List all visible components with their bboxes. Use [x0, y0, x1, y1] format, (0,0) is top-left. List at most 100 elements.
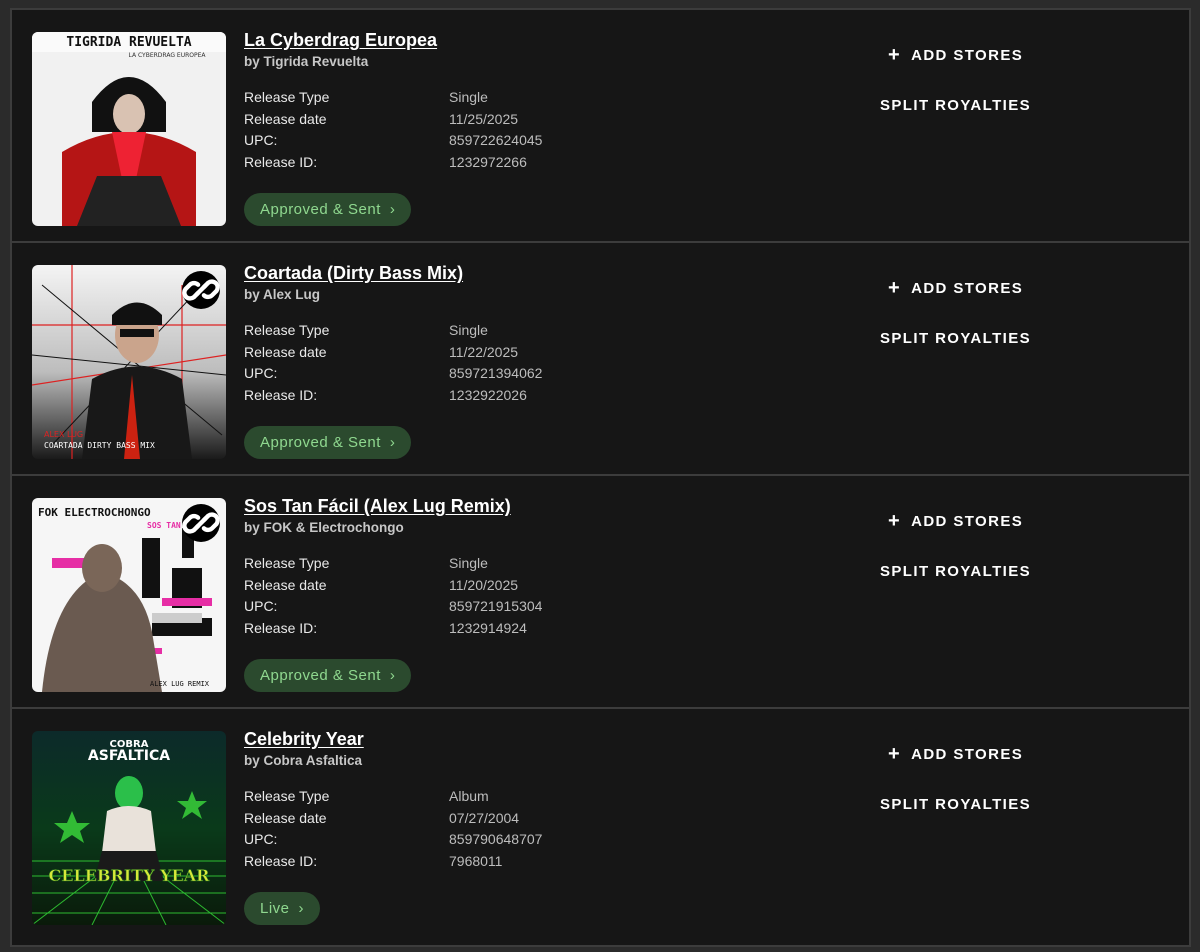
add-stores-button[interactable]: + ADD STORES — [888, 44, 1030, 66]
release-type-value: Album — [449, 788, 489, 804]
chevron-right-icon: › — [389, 434, 396, 451]
chevron-right-icon: › — [298, 900, 305, 917]
release-card: ALEX LUG COARTADA DIRTY BASS MIX Coartad… — [12, 243, 1189, 476]
upc-value: 859790648707 — [449, 831, 543, 847]
release-actions: + ADD STORES SPLIT ROYALTIES — [880, 510, 1030, 580]
add-stores-label: ADD STORES — [911, 46, 1024, 64]
upc-value: 859722624045 — [449, 132, 543, 148]
release-list: TIGRIDA REVUELTA LA CYBERDRAG EUROPEA La… — [10, 8, 1191, 947]
split-royalties-button[interactable]: SPLIT ROYALTIES — [880, 563, 1030, 580]
release-actions: + ADD STORES SPLIT ROYALTIES — [880, 743, 1030, 813]
release-info: La Cyberdrag Europea by Tigrida Revuelta… — [244, 30, 649, 171]
status-label: Approved & Sent — [260, 201, 381, 218]
release-id-label: Release ID: — [244, 386, 318, 403]
split-royalties-button[interactable]: SPLIT ROYALTIES — [880, 97, 1030, 114]
svg-text:ALEX LUG: ALEX LUG — [44, 430, 83, 439]
add-stores-button[interactable]: + ADD STORES — [888, 277, 1030, 299]
release-info: Celebrity Year by Cobra Asfaltica Releas… — [244, 729, 649, 870]
svg-text:LA CYBERDRAG EUROPEA: LA CYBERDRAG EUROPEA — [128, 52, 206, 59]
plus-icon: + — [888, 44, 902, 66]
release-date-label: Release date — [244, 576, 327, 593]
release-type-label: Release Type — [244, 555, 330, 571]
add-stores-label: ADD STORES — [911, 512, 1024, 530]
release-meta: Release Type Single Release date 11/25/2… — [244, 89, 649, 171]
add-stores-label: ADD STORES — [911, 745, 1024, 763]
release-type-value: Single — [449, 555, 488, 571]
plus-icon: + — [888, 510, 902, 532]
upc-label: UPC: — [244, 132, 278, 148]
status-button[interactable]: Approved & Sent › — [244, 659, 412, 692]
release-artist: by Tigrida Revuelta — [244, 54, 369, 69]
upc-value: 859721394062 — [449, 365, 543, 381]
upc-value: 859721915304 — [449, 598, 543, 614]
status-label: Approved & Sent — [260, 667, 381, 684]
release-artist: by Cobra Asfaltica — [244, 753, 363, 768]
status-button[interactable]: Approved & Sent › — [244, 426, 412, 459]
release-id-label: Release ID: — [244, 619, 318, 636]
release-date-value: 11/20/2025 — [449, 576, 519, 593]
release-artist: by Alex Lug — [244, 287, 321, 302]
svg-text:ASFALTICA: ASFALTICA — [88, 748, 170, 764]
cover-art: COBRA ASFALTICA CELEBRITY YEAR — [32, 731, 226, 925]
album-cover[interactable]: ALEX LUG COARTADA DIRTY BASS MIX — [32, 265, 226, 459]
status-button[interactable]: Approved & Sent › — [244, 193, 412, 226]
release-date-label: Release date — [244, 110, 327, 127]
release-card: COBRA ASFALTICA CELEBRITY YEAR Celebrity… — [12, 709, 1189, 945]
add-stores-button[interactable]: + ADD STORES — [888, 510, 1030, 532]
status-label: Live — [260, 900, 290, 917]
status-label: Approved & Sent — [260, 434, 381, 451]
add-stores-button[interactable]: + ADD STORES — [888, 743, 1030, 765]
release-date-value: 07/27/2004 — [449, 809, 520, 826]
release-title-link[interactable]: Celebrity Year — [244, 729, 364, 750]
release-title-link[interactable]: Coartada (Dirty Bass Mix) — [244, 263, 463, 284]
release-actions: + ADD STORES SPLIT ROYALTIES — [880, 44, 1030, 114]
svg-text:FOK ELECTROCHONGO: FOK ELECTROCHONGO — [38, 506, 151, 519]
release-card: FOK ELECTROCHONGO SOS TAN ALEX LUG REMIX… — [12, 476, 1189, 709]
cover-art: TIGRIDA REVUELTA LA CYBERDRAG EUROPEA — [32, 32, 226, 226]
link-icon[interactable] — [182, 504, 220, 542]
release-id-value: 7968011 — [449, 852, 503, 869]
release-type-label: Release Type — [244, 89, 330, 105]
album-cover[interactable]: FOK ELECTROCHONGO SOS TAN ALEX LUG REMIX — [32, 498, 226, 692]
svg-text:COARTADA DIRTY BASS MIX: COARTADA DIRTY BASS MIX — [44, 441, 155, 450]
release-type-label: Release Type — [244, 788, 330, 804]
svg-text:TIGRIDA REVUELTA: TIGRIDA REVUELTA — [66, 35, 191, 50]
album-cover[interactable]: COBRA ASFALTICA CELEBRITY YEAR — [32, 731, 226, 925]
upc-label: UPC: — [244, 831, 278, 847]
release-type-label: Release Type — [244, 322, 330, 338]
chevron-right-icon: › — [389, 201, 396, 218]
svg-text:ALEX LUG REMIX: ALEX LUG REMIX — [150, 680, 210, 688]
svg-text:CELEBRITY YEAR: CELEBRITY YEAR — [49, 866, 211, 885]
upc-label: UPC: — [244, 598, 278, 614]
release-title-link[interactable]: Sos Tan Fácil (Alex Lug Remix) — [244, 496, 511, 517]
release-meta: Release Type Single Release date 11/22/2… — [244, 322, 649, 404]
release-artist: by FOK & Electrochongo — [244, 520, 404, 535]
plus-icon: + — [888, 277, 902, 299]
release-info: Sos Tan Fácil (Alex Lug Remix) by FOK & … — [244, 496, 649, 637]
release-type-value: Single — [449, 322, 488, 338]
album-cover[interactable]: TIGRIDA REVUELTA LA CYBERDRAG EUROPEA — [32, 32, 226, 226]
release-meta: Release Type Album Release date 07/27/20… — [244, 788, 649, 870]
split-royalties-button[interactable]: SPLIT ROYALTIES — [880, 330, 1030, 347]
release-actions: + ADD STORES SPLIT ROYALTIES — [880, 277, 1030, 347]
release-id-value: 1232914924 — [449, 619, 527, 636]
release-date-label: Release date — [244, 809, 327, 826]
svg-text:SOS TAN: SOS TAN — [147, 521, 181, 530]
release-info: Coartada (Dirty Bass Mix) by Alex Lug Re… — [244, 263, 649, 404]
release-type-value: Single — [449, 89, 488, 105]
chevron-right-icon: › — [389, 667, 396, 684]
release-id-value: 1232922026 — [449, 386, 527, 403]
release-title-link[interactable]: La Cyberdrag Europea — [244, 30, 437, 51]
split-royalties-button[interactable]: SPLIT ROYALTIES — [880, 796, 1030, 813]
link-icon[interactable] — [182, 271, 220, 309]
release-card: TIGRIDA REVUELTA LA CYBERDRAG EUROPEA La… — [12, 10, 1189, 243]
upc-label: UPC: — [244, 365, 278, 381]
release-id-label: Release ID: — [244, 153, 318, 170]
release-id-value: 1232972266 — [449, 153, 527, 170]
add-stores-label: ADD STORES — [911, 279, 1024, 297]
status-button[interactable]: Live › — [244, 892, 321, 925]
plus-icon: + — [888, 743, 902, 765]
release-meta: Release Type Single Release date 11/20/2… — [244, 555, 649, 637]
release-id-label: Release ID: — [244, 852, 318, 869]
release-date-value: 11/22/2025 — [449, 343, 519, 360]
